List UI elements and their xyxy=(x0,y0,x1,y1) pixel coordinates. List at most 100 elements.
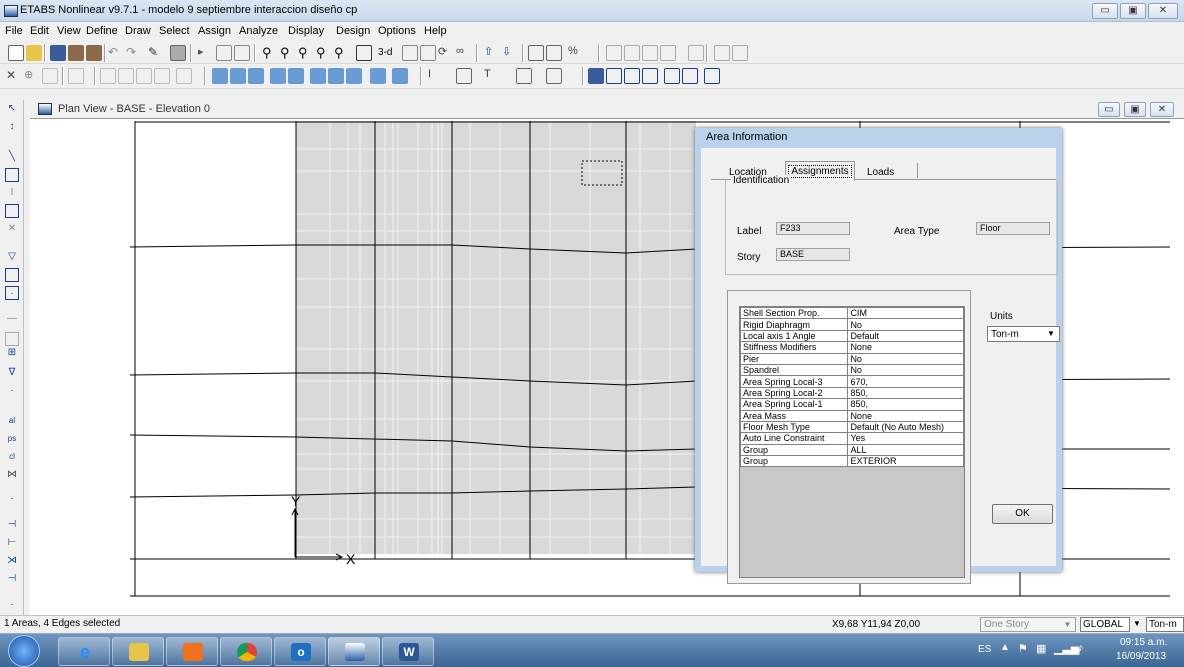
slab-icon[interactable] xyxy=(546,68,562,84)
energy-icon[interactable] xyxy=(346,68,362,84)
menu-design[interactable]: Design xyxy=(336,25,370,37)
menu-draw[interactable]: Draw xyxy=(125,25,151,37)
menu-select[interactable]: Select xyxy=(159,25,190,37)
language-indicator[interactable]: ES xyxy=(978,644,991,655)
release-icon[interactable] xyxy=(642,45,658,61)
load-icon[interactable] xyxy=(660,45,676,61)
menu-display[interactable]: Display xyxy=(288,25,324,37)
menu-options[interactable]: Options xyxy=(378,25,416,37)
open-folder-icon[interactable] xyxy=(26,45,42,61)
signal-icon[interactable]: ▁▃▅ xyxy=(1054,642,1079,655)
expand3-icon[interactable]: · xyxy=(5,598,19,612)
network-icon[interactable]: ▦ xyxy=(1036,642,1046,655)
snap-end-icon[interactable]: ⊢ xyxy=(5,536,19,550)
new-file-icon[interactable] xyxy=(8,45,24,61)
tab-assignments[interactable]: Assignments xyxy=(785,161,855,181)
draw-wall-icon[interactable]: — xyxy=(5,312,19,326)
taskbar-chrome[interactable] xyxy=(220,637,272,666)
chevron-down-icon[interactable]: ▼ xyxy=(1130,617,1144,632)
beam-icon[interactable]: I xyxy=(428,68,444,84)
plan-view-minimize-button[interactable]: ▭ xyxy=(1098,102,1120,117)
menu-help[interactable]: Help xyxy=(424,25,447,37)
set-display-icon[interactable] xyxy=(546,45,562,61)
show-hidden-icons[interactable]: ▲ xyxy=(1000,642,1010,653)
draw-opening-icon[interactable]: ∇ xyxy=(5,366,19,380)
zoom-window-icon[interactable]: ⚲ xyxy=(262,45,278,61)
story-mode-select[interactable]: One Story ▼ xyxy=(980,617,1076,632)
view-3d-button[interactable]: 3-d xyxy=(378,45,398,61)
support-icon[interactable] xyxy=(624,45,640,61)
coord-system-select[interactable]: GLOBAL xyxy=(1080,617,1130,632)
minimize-button[interactable]: ▭ xyxy=(1092,3,1118,19)
draw-brace-icon[interactable] xyxy=(154,68,170,84)
draw-column-tool-icon[interactable]: I xyxy=(5,186,19,200)
move-up-icon[interactable]: ⇧ xyxy=(484,45,500,61)
snap-point-icon[interactable]: ⊣ xyxy=(5,518,19,532)
draw-line-icon[interactable] xyxy=(100,68,116,84)
draw-wall-panel-icon[interactable] xyxy=(5,332,19,346)
taskbar-explorer[interactable] xyxy=(112,637,164,666)
menu-view[interactable]: View xyxy=(57,25,81,37)
grid-icon[interactable] xyxy=(68,68,84,84)
print-icon[interactable] xyxy=(68,45,84,61)
member-forces-icon[interactable] xyxy=(310,68,326,84)
draw-beam-icon[interactable] xyxy=(118,68,134,84)
pan-icon[interactable]: ⚲ xyxy=(334,45,350,61)
tab-loads[interactable]: Loads xyxy=(867,167,894,178)
frame-icon[interactable] xyxy=(606,45,622,61)
rubber-band-zoom-icon[interactable] xyxy=(234,45,250,61)
draw-grid-icon[interactable]: ⊞ xyxy=(5,346,19,360)
menu-file[interactable]: File xyxy=(5,25,23,37)
restore-view-icon[interactable]: ⚲ xyxy=(280,45,296,61)
plan-view-maximize-button[interactable]: ▣ xyxy=(1124,102,1146,117)
virtual-work-icon[interactable] xyxy=(370,68,386,84)
shell-forces-icon[interactable] xyxy=(230,68,246,84)
model-lock-icon[interactable] xyxy=(216,45,232,61)
zoom-in-icon[interactable]: ⚲ xyxy=(298,45,314,61)
stress-icon[interactable] xyxy=(328,68,344,84)
menu-analyze[interactable]: Analyze xyxy=(239,25,278,37)
expand2-icon[interactable]: · xyxy=(5,492,19,506)
lock-icon[interactable] xyxy=(170,45,186,61)
plan-view-icon[interactable] xyxy=(356,45,372,61)
pencil-icon[interactable]: ✎ xyxy=(148,45,164,61)
all-icon[interactable]: al xyxy=(5,414,19,428)
intersect-icon[interactable]: ⋈ xyxy=(5,468,19,482)
plan-icon[interactable] xyxy=(402,45,418,61)
chevron-down-icon[interactable]: ▼ xyxy=(1061,618,1074,631)
start-button[interactable] xyxy=(8,635,40,667)
steel-design-icon[interactable] xyxy=(606,68,622,84)
percent-icon[interactable]: % xyxy=(568,45,584,61)
save-icon[interactable] xyxy=(50,45,66,61)
undo-icon[interactable]: ↶ xyxy=(108,45,124,61)
menu-define[interactable]: Define xyxy=(86,25,118,37)
draw-poly-area-icon[interactable]: ▽ xyxy=(5,250,19,264)
snap-perpendicular-icon[interactable]: ⊣ xyxy=(5,572,19,586)
design-icon[interactable] xyxy=(588,68,604,84)
draw-rect-area-icon[interactable] xyxy=(5,268,19,282)
ps-icon[interactable]: ps xyxy=(5,432,19,446)
info-icon[interactable] xyxy=(392,68,408,84)
chevron-down-icon[interactable]: ▼ xyxy=(1044,328,1058,340)
draw-brace-tool-icon[interactable] xyxy=(5,168,19,182)
x-icon[interactable]: ✕ xyxy=(6,68,22,84)
reshape-icon[interactable]: ↕ xyxy=(5,120,19,134)
summary-icon[interactable] xyxy=(704,68,720,84)
quick-area-icon[interactable]: · xyxy=(5,286,19,300)
concrete-design-icon[interactable] xyxy=(624,68,640,84)
taskbar-word[interactable]: W xyxy=(382,637,434,666)
taskbar-media[interactable] xyxy=(166,637,218,666)
ok-button[interactable]: OK xyxy=(992,504,1053,524)
taskbar-ie[interactable]: e xyxy=(58,637,110,666)
taskbar-outlook[interactable]: o xyxy=(274,637,326,666)
clock-time[interactable]: 09:15 a.m. xyxy=(1120,637,1167,648)
redo-icon[interactable]: ↷ xyxy=(126,45,142,61)
clr-icon[interactable]: cl xyxy=(5,450,19,464)
expand-icon[interactable]: · xyxy=(5,384,19,398)
draw-beam-tool-icon[interactable] xyxy=(5,204,19,218)
reactions-icon[interactable] xyxy=(288,68,304,84)
wall-design-icon[interactable] xyxy=(664,68,680,84)
draw-line-tool-icon[interactable]: ╲ xyxy=(5,150,19,164)
status-units-select[interactable]: Ton-m xyxy=(1146,617,1184,632)
clock-date[interactable]: 16/09/2013 xyxy=(1116,651,1166,662)
